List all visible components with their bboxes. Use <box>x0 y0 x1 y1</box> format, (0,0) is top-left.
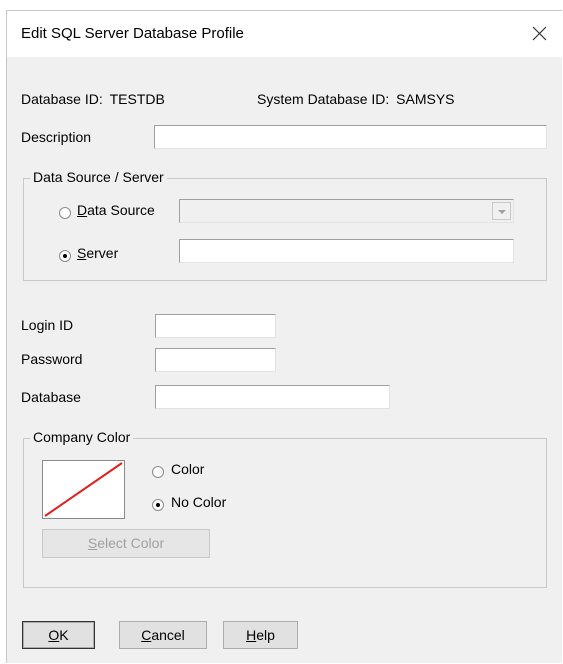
select-color-button[interactable]: Select Color <box>42 529 210 558</box>
data-source-radio[interactable] <box>59 207 71 219</box>
server-accel: S <box>77 245 87 261</box>
server-radio[interactable] <box>59 250 71 262</box>
description-label: Description <box>21 129 92 145</box>
title-bar: Edit SQL Server Database Profile <box>7 11 562 57</box>
help-button[interactable]: Help <box>223 621 298 649</box>
description-input[interactable] <box>154 125 547 149</box>
database-id-label: Database ID: TESTDB <box>21 91 165 107</box>
database-label: Database <box>21 389 81 405</box>
edit-profile-dialog: Edit SQL Server Database Profile Databas… <box>6 10 562 663</box>
server-input[interactable] <box>179 239 514 263</box>
data-source-accel: D <box>77 202 88 218</box>
select-color-label-rest: elect Color <box>97 535 165 551</box>
no-color-slash-icon <box>44 462 123 517</box>
cancel-button[interactable]: Cancel <box>119 621 207 649</box>
database-id-value: TESTDB <box>109 91 165 107</box>
ok-button[interactable]: OK <box>22 621 95 649</box>
dialog-title: Edit SQL Server Database Profile <box>21 25 244 42</box>
server-radio-label[interactable]: Server <box>77 245 118 261</box>
database-input[interactable] <box>155 385 390 409</box>
color-swatch <box>42 460 125 519</box>
select-color-accel: S <box>87 535 98 551</box>
data-source-server-legend: Data Source / Server <box>30 169 167 185</box>
login-id-label: Login ID <box>21 317 74 333</box>
system-database-id-label: System Database ID: SAMSYS <box>257 91 455 107</box>
ok-accel: O <box>48 627 60 643</box>
data-source-label-rest: ata Source <box>87 202 155 218</box>
company-color-group: Company Color Color No Color Select Colo… <box>23 429 547 588</box>
data-source-server-group: Data Source / Server Data Source Server <box>23 169 547 281</box>
data-source-select[interactable] <box>179 199 514 223</box>
help-label-rest: elp <box>256 627 275 643</box>
company-color-legend: Company Color <box>30 429 134 445</box>
chevron-down-icon <box>498 210 506 214</box>
server-label-rest: erver <box>86 245 119 261</box>
ok-label-rest: K <box>59 627 69 643</box>
close-button[interactable] <box>516 11 562 57</box>
password-label: Password <box>21 351 83 367</box>
color-radio[interactable] <box>152 466 164 478</box>
help-accel: H <box>246 627 257 643</box>
no-color-radio[interactable] <box>152 499 164 511</box>
dropdown-button[interactable] <box>492 202 511 220</box>
close-icon <box>532 26 547 41</box>
color-radio-label[interactable]: Color <box>171 461 204 477</box>
cancel-label-rest: ancel <box>151 627 185 643</box>
cancel-accel: C <box>141 627 152 643</box>
system-database-id-caption: System Database ID: <box>257 91 390 107</box>
password-input[interactable] <box>155 348 276 372</box>
data-source-radio-label[interactable]: Data Source <box>77 202 155 218</box>
login-id-input[interactable] <box>155 314 276 338</box>
system-database-id-value: SAMSYS <box>396 91 455 107</box>
database-id-caption: Database ID: <box>21 91 103 107</box>
no-color-radio-label[interactable]: No Color <box>171 494 226 510</box>
